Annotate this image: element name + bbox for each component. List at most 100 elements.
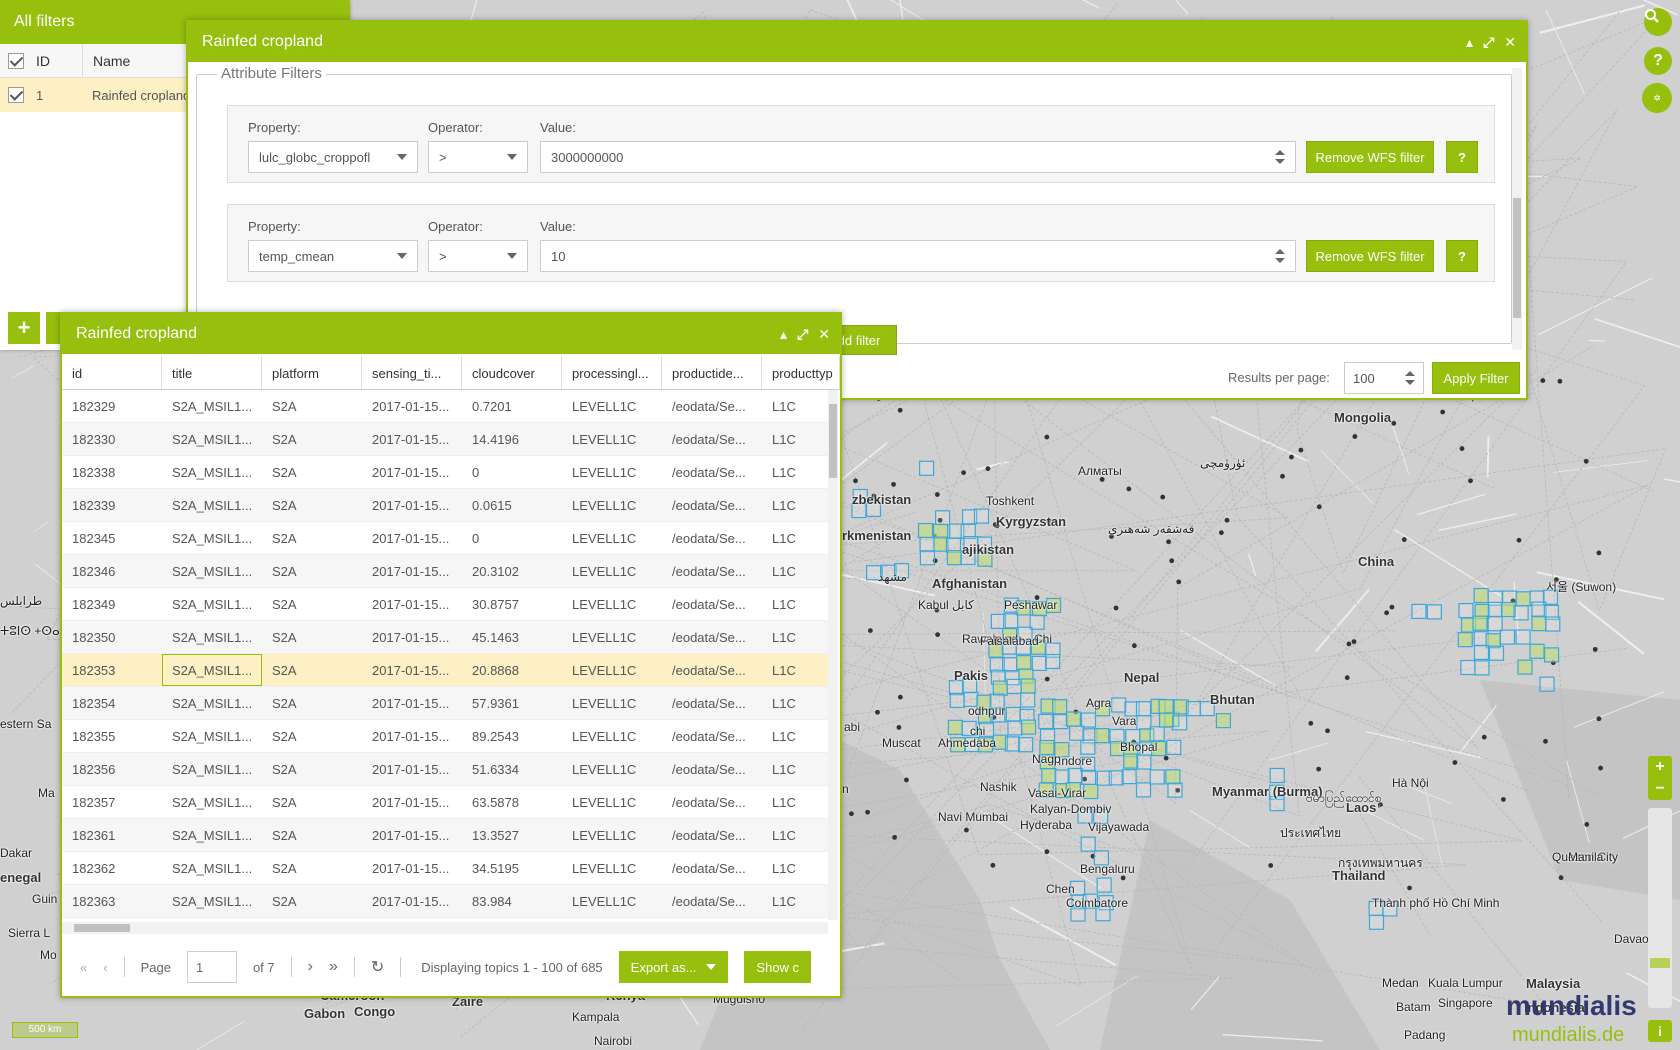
table-row[interactable]: 182338 S2A_MSIL1... S2A 2017-01-15... 0 LEVEL… [62,456,828,489]
table-row[interactable]: 182355 S2A_MSIL1... S2A 2017-01-15... 89.254… [62,720,828,753]
column-header-processing-level[interactable]: processingl... [562,356,662,389]
spinner-icon[interactable] [1275,150,1285,164]
cell-sensing-time: 2017-01-15... [372,398,450,414]
cell-platform: S2A [272,827,297,843]
map-place-label: n [842,782,849,796]
cell-processing-level: LEVELL1C [572,497,637,513]
table-row[interactable]: 182330 S2A_MSIL1... S2A 2017-01-15... 14.419… [62,423,828,456]
zoom-out-button[interactable]: − [1655,780,1664,798]
filter-help-button[interactable]: ? [1446,240,1478,272]
cell-platform: S2A [272,530,297,546]
table-row[interactable]: 182363 S2A_MSIL1... S2A 2017-01-15... 83.984… [62,885,828,918]
zoom-in-button[interactable]: + [1655,758,1664,776]
filter-row-id: 1 [36,87,44,103]
column-header-id[interactable]: id [62,356,162,389]
grid-horizontal-scrollbar[interactable] [62,922,828,934]
table-row[interactable]: 182353 S2A_MSIL1... S2A 2017-01-15... 20.886… [62,654,828,687]
grid-vertical-scrollbar[interactable] [828,390,838,920]
table-row[interactable]: 182339 S2A_MSIL1... S2A 2017-01-15... 0.0615… [62,489,828,522]
mundialis-logo-button[interactable]: ✲ [1642,83,1672,113]
cell-product-identifier: /eodata/Se... [672,464,746,480]
minimize-icon[interactable]: ▴ [780,326,787,343]
column-header-platform[interactable]: platform [262,356,362,389]
value-input[interactable]: 3000000000 [540,141,1296,173]
logo-url[interactable]: mundialis.de [1512,1024,1624,1047]
export-as-button[interactable]: Export as... [618,951,729,983]
city-dot [892,834,897,840]
apply-filter-button[interactable]: Apply Filter [1432,362,1520,394]
table-row[interactable]: 182354 S2A_MSIL1... S2A 2017-01-15... 57.936… [62,687,828,720]
maximize-icon[interactable]: ⤢ [797,326,808,343]
table-row[interactable]: 182357 S2A_MSIL1... S2A 2017-01-15... 63.587… [62,786,828,819]
cell-platform: S2A [272,662,297,678]
operator-select[interactable]: > [428,141,528,173]
search-icon[interactable] [1644,8,1672,36]
spinner-icon[interactable] [1405,371,1415,385]
info-button[interactable]: i [1648,1020,1672,1042]
last-page-icon[interactable]: » [329,958,338,976]
city-dot [1176,579,1182,585]
property-select[interactable]: temp_cmean [248,240,418,272]
city-dot [897,694,903,700]
map-place-label: ประเทศไทย [1280,826,1342,840]
filter-window-header[interactable]: Rainfed cropland ▴ ⤢ ✕ [188,22,1526,62]
filter-window-scrollbar[interactable] [1512,68,1522,350]
cell-product-identifier: /eodata/Se... [672,662,746,678]
first-page-icon[interactable]: « [80,960,87,975]
filter-row-checkbox[interactable] [8,87,24,103]
operator-select[interactable]: > [428,240,528,272]
cell-sensing-time: 2017-01-15... [372,827,450,843]
column-header-sensing-time[interactable]: sensing_ti... [362,356,462,389]
cell-id: 182361 [72,827,116,843]
zoom-slider[interactable] [1648,808,1672,1008]
scrollbar-thumb[interactable] [1513,198,1521,318]
minimize-icon[interactable]: ▴ [1466,34,1473,51]
map-place-label: กรุงเทพมหานคร [1338,856,1423,870]
map-place-label: Mongolia [1334,410,1392,425]
close-icon[interactable]: ✕ [818,326,830,343]
city-dot [1407,885,1412,891]
table-row[interactable]: 182362 S2A_MSIL1... S2A 2017-01-15... 34.519… [62,852,828,885]
select-all-checkbox[interactable] [8,52,24,69]
cell-product-type: L1C [772,695,796,711]
show-columns-button[interactable]: Show c [744,951,812,983]
column-header-cloudcover[interactable]: cloudcover [462,356,562,389]
scrollbar-thumb[interactable] [74,924,130,932]
results-window-header[interactable]: Rainfed cropland ▴ ⤢ ✕ [62,314,840,354]
scrollbar-thumb[interactable] [829,404,837,478]
page-number-input[interactable]: 1 [186,951,237,983]
cell-product-type: L1C [772,761,796,777]
next-page-icon[interactable]: › [308,958,313,976]
results-per-page-input[interactable]: 100 [1344,362,1424,394]
remove-wfs-filter-button[interactable]: Remove WFS filter [1306,141,1434,173]
refresh-icon[interactable]: ↻ [371,957,384,977]
column-header-name[interactable]: Name [93,53,130,69]
table-row[interactable]: 182346 S2A_MSIL1... S2A 2017-01-15... 20.310… [62,555,828,588]
value-input[interactable]: 10 [540,240,1296,272]
column-header-product-identifier[interactable]: productide... [662,356,762,389]
table-row[interactable]: 182356 S2A_MSIL1... S2A 2017-01-15... 51.633… [62,753,828,786]
cell-title: S2A_MSIL1... [172,728,253,744]
footprint-tile [919,536,935,553]
table-row[interactable]: 182350 S2A_MSIL1... S2A 2017-01-15... 45.146… [62,621,828,654]
zoom-slider-thumb[interactable] [1650,958,1670,968]
add-filter-button[interactable]: + [8,312,40,344]
footprint-tile [1531,616,1547,632]
table-row[interactable]: 182349 S2A_MSIL1... S2A 2017-01-15... 30.875… [62,588,828,621]
maximize-icon[interactable]: ⤢ [1483,34,1494,51]
prev-page-icon[interactable]: ‹ [103,960,107,975]
close-icon[interactable]: ✕ [1504,34,1516,51]
operator-value: > [439,248,447,264]
table-row[interactable]: 182361 S2A_MSIL1... S2A 2017-01-15... 13.352… [62,819,828,852]
property-select[interactable]: lulc_globc_croppofl [248,141,418,173]
column-header-product-type[interactable]: producttyp [762,356,840,389]
footprint-tile [1499,629,1516,645]
table-row[interactable]: 182329 S2A_MSIL1... S2A 2017-01-15... 0.7201… [62,390,828,423]
table-row[interactable]: 182345 S2A_MSIL1... S2A 2017-01-15... 0 LEVEL… [62,522,828,555]
spinner-icon[interactable] [1275,249,1285,263]
filter-help-button[interactable]: ? [1446,141,1478,173]
remove-wfs-filter-button[interactable]: Remove WFS filter [1306,240,1434,272]
column-header-id[interactable]: ID [36,53,82,69]
column-header-title[interactable]: title [162,356,262,389]
help-button[interactable]: ? [1644,47,1672,75]
